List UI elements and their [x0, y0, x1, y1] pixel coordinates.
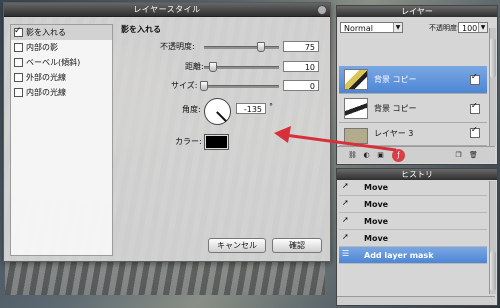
arrow-shaft [284, 133, 397, 152]
arrow-head [274, 126, 291, 143]
annotation-arrow [274, 126, 397, 152]
